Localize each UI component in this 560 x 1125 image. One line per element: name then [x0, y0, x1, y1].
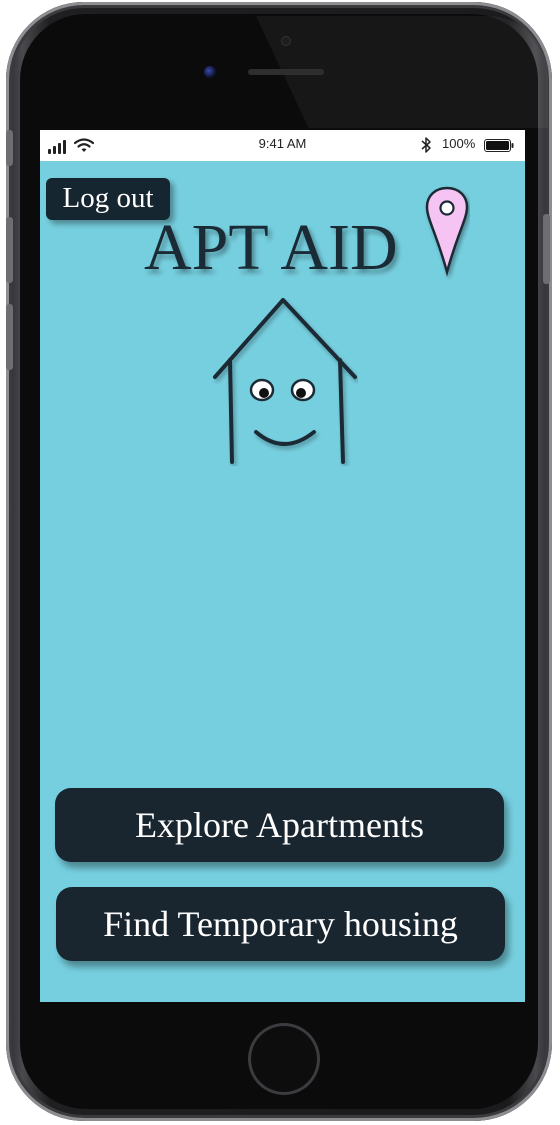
power-button: [543, 214, 550, 284]
front-camera-icon: [204, 66, 216, 78]
volume-up-button: [6, 217, 13, 283]
find-temporary-housing-button[interactable]: Find Temporary housing: [56, 887, 505, 961]
mascot-eyes: [249, 378, 316, 402]
app-screen: 9:41 AM 100% Log out APT AID Explore Apa…: [40, 130, 525, 1002]
status-bar: 9:41 AM 100%: [40, 130, 525, 161]
front-sensor: [282, 37, 290, 45]
home-button[interactable]: [248, 1023, 320, 1095]
app-title: APT AID: [144, 211, 398, 284]
bluetooth-icon: [421, 137, 431, 153]
mute-switch: [6, 130, 13, 166]
volume-down-button: [6, 304, 13, 370]
smiling-house-icon: [213, 298, 357, 464]
battery-percentage: 100%: [442, 136, 476, 151]
location-pin-icon: [425, 186, 469, 277]
earpiece-speaker: [248, 69, 324, 75]
explore-apartments-button[interactable]: Explore Apartments: [55, 788, 504, 862]
battery-icon: [484, 139, 514, 152]
